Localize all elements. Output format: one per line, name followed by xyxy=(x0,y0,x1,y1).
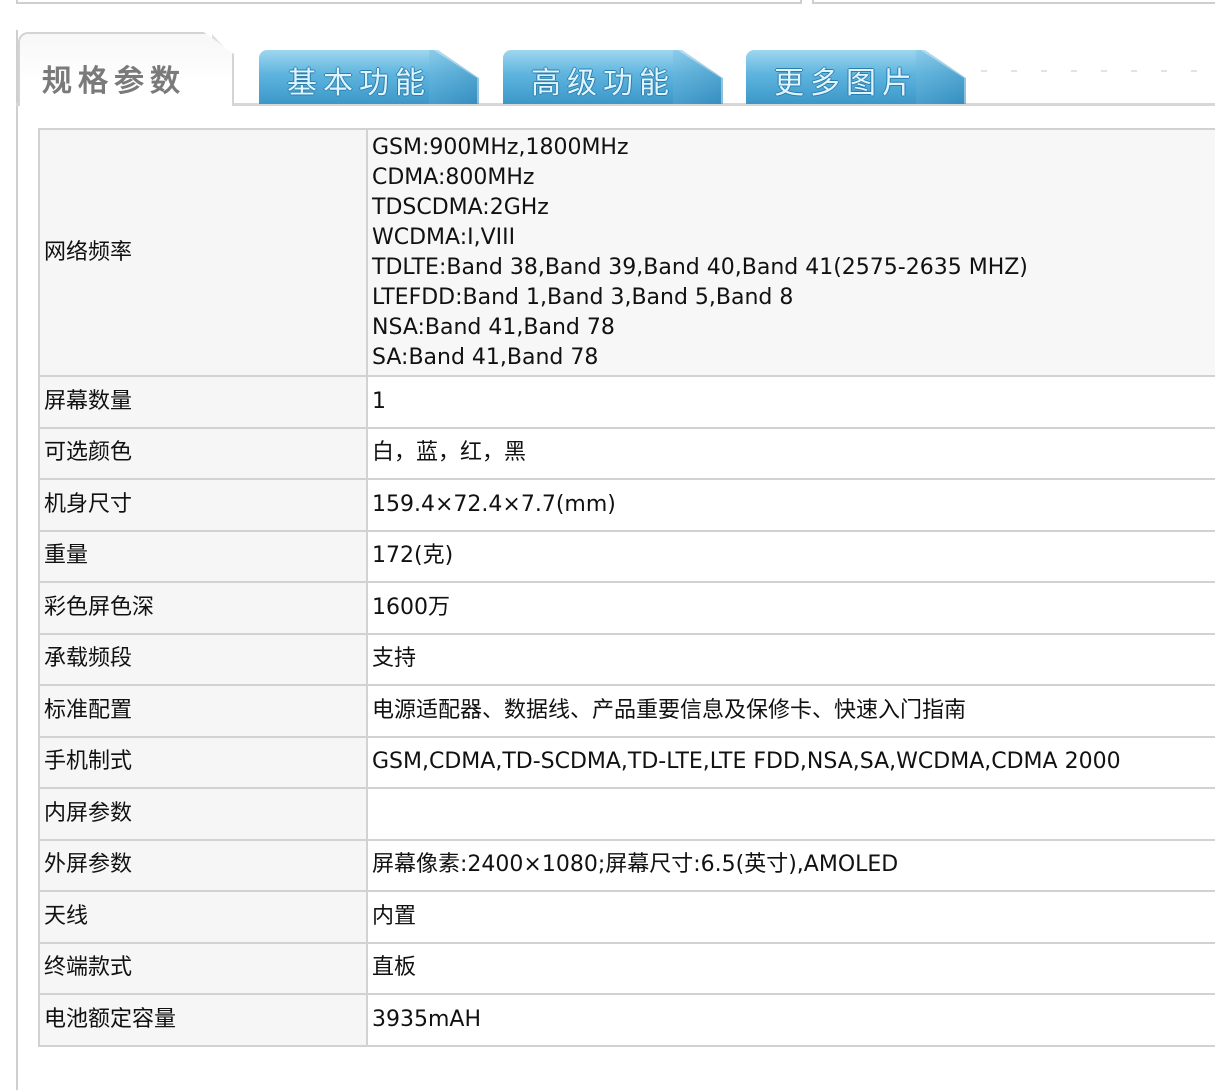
spec-value: 支持 xyxy=(366,632,1215,686)
table-row: 重量 172(克) xyxy=(38,529,1215,583)
frequency-line: GSM:900MHz,1800MHz xyxy=(372,134,629,160)
tab-basic-features-label: 基本功能 xyxy=(287,66,431,101)
frequency-line: TDSCDMA:2GHz xyxy=(372,194,549,220)
tab-advanced-features[interactable]: 高级功能 xyxy=(503,50,723,104)
frequency-line: CDMA:800MHz xyxy=(372,164,535,190)
spec-key: 内屏参数 xyxy=(38,787,368,841)
tab-fold xyxy=(673,50,723,104)
spec-value: 1 xyxy=(366,375,1215,429)
spec-key: 可选颜色 xyxy=(38,426,368,480)
frequency-line: SA:Band 41,Band 78 xyxy=(372,344,599,370)
tab-strip-decoration xyxy=(981,70,1215,72)
spec-value: 1600万 xyxy=(366,581,1215,635)
spec-key: 重量 xyxy=(38,529,368,583)
table-row: 屏幕数量 1 xyxy=(38,375,1215,429)
spec-value: 159.4×72.4×7.7(mm) xyxy=(366,478,1215,532)
spec-value: 内置 xyxy=(366,890,1215,944)
tab-more-images[interactable]: 更多图片 xyxy=(746,50,966,104)
frequency-line: WCDMA:I,VIII xyxy=(372,224,516,250)
spec-value: 电源适配器、数据线、产品重要信息及保修卡、快速入门指南 xyxy=(366,684,1215,738)
spec-value: 3935mAH xyxy=(366,993,1215,1047)
tab-advanced-features-label: 高级功能 xyxy=(531,66,675,101)
spec-table: 网络频率 GSM:900MHz,1800MHz CDMA:800MHz TDSC… xyxy=(38,128,1215,1047)
top-cut-box-left xyxy=(16,0,802,4)
tab-strip: 规格参数 基本功能 高级功能 更多图片 xyxy=(16,30,1215,106)
spec-key: 彩色屏色深 xyxy=(38,581,368,635)
table-row: 可选颜色 白，蓝，红，黑 xyxy=(38,426,1215,480)
table-row: 标准配置 电源适配器、数据线、产品重要信息及保修卡、快速入门指南 xyxy=(38,684,1215,738)
spec-value: GSM,CDMA,TD-SCDMA,TD-LTE,LTE FDD,NSA,SA,… xyxy=(366,735,1215,789)
table-row: 网络频率 GSM:900MHz,1800MHz CDMA:800MHz TDSC… xyxy=(38,128,1215,377)
spec-value-network-frequency: GSM:900MHz,1800MHz CDMA:800MHz TDSCDMA:2… xyxy=(366,128,1215,377)
frequency-line: NSA:Band 41,Band 78 xyxy=(372,314,615,340)
table-row: 终端款式 直板 xyxy=(38,941,1215,995)
table-row: 外屏参数 屏幕像素:2400×1080;屏幕尺寸:6.5(英寸),AMOLED xyxy=(38,838,1215,892)
spec-key: 电池额定容量 xyxy=(38,993,368,1047)
spec-value: 白，蓝，红，黑 xyxy=(366,426,1215,480)
table-row: 电池额定容量 3935mAH xyxy=(38,993,1215,1047)
spec-key: 机身尺寸 xyxy=(38,478,368,532)
spec-key: 外屏参数 xyxy=(38,838,368,892)
tab-fold xyxy=(916,50,966,104)
spec-value: 屏幕像素:2400×1080;屏幕尺寸:6.5(英寸),AMOLED xyxy=(366,838,1215,892)
table-row: 天线 内置 xyxy=(38,890,1215,944)
spec-value: 172(克) xyxy=(366,529,1215,583)
table-row: 承载频段 支持 xyxy=(38,632,1215,686)
tab-fold xyxy=(429,50,479,104)
tab-more-images-label: 更多图片 xyxy=(774,66,918,101)
spec-key: 天线 xyxy=(38,890,368,944)
table-row: 内屏参数 xyxy=(38,787,1215,841)
table-row: 彩色屏色深 1600万 xyxy=(38,581,1215,635)
spec-key-network-frequency: 网络频率 xyxy=(38,128,368,377)
tab-basic-features[interactable]: 基本功能 xyxy=(259,50,479,104)
spec-value: 直板 xyxy=(366,941,1215,995)
table-row: 手机制式 GSM,CDMA,TD-SCDMA,TD-LTE,LTE FDD,NS… xyxy=(38,735,1215,789)
table-row: 机身尺寸 159.4×72.4×7.7(mm) xyxy=(38,478,1215,532)
spec-key: 手机制式 xyxy=(38,735,368,789)
spec-key: 终端款式 xyxy=(38,941,368,995)
top-cut-box-right xyxy=(812,0,1215,4)
frequency-line: TDLTE:Band 38,Band 39,Band 40,Band 41(25… xyxy=(372,254,1028,280)
spec-value xyxy=(366,787,1215,841)
frequency-line: LTEFDD:Band 1,Band 3,Band 5,Band 8 xyxy=(372,284,794,310)
spec-key: 屏幕数量 xyxy=(38,375,368,429)
spec-key: 标准配置 xyxy=(38,684,368,738)
tab-specs-label[interactable]: 规格参数 xyxy=(42,56,186,100)
spec-key: 承载频段 xyxy=(38,632,368,686)
